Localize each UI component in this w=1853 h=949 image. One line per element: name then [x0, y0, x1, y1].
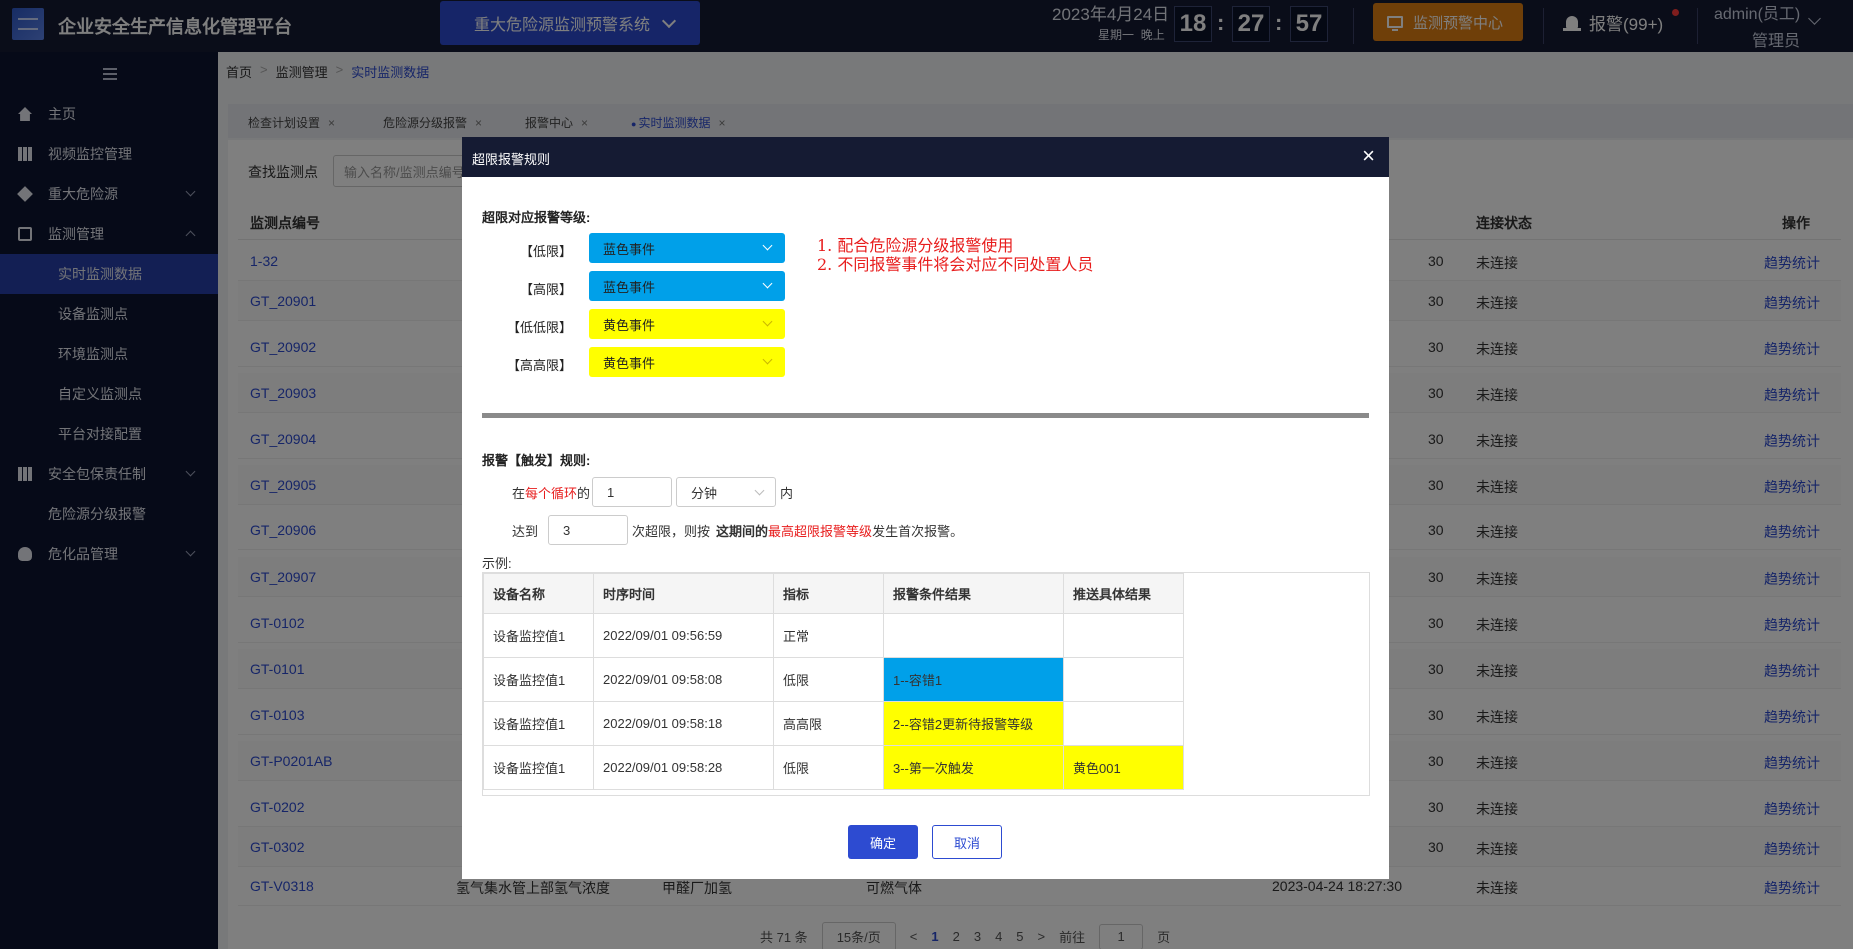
level-select-value: 蓝色事件	[603, 279, 656, 295]
rule-text: 次超限，则按	[632, 523, 711, 539]
example-table: 设备名称 时序时间 指标 报警条件结果 推送具体结果 设备监控值1 2022/0…	[483, 573, 1184, 790]
modal-title: 超限报警规则	[472, 152, 551, 167]
cell-device: 设备监控值1	[483, 701, 594, 746]
level-label-low: 【低限】	[519, 244, 572, 259]
cell-condition	[883, 613, 1064, 658]
column-header: 时序时间	[593, 573, 774, 614]
rule-text: 内	[780, 485, 794, 501]
rule-text: 发生首次报警。	[872, 523, 964, 539]
confirm-button[interactable]: 确定	[848, 825, 918, 859]
cell-push	[1063, 701, 1184, 746]
cell-condition: 1--容错1	[883, 657, 1064, 702]
count-value-input[interactable]: 3	[548, 515, 629, 545]
rule-text: 在	[512, 485, 526, 501]
note-line-2: 2. 不同报警事件将会对应不同处置人员	[817, 255, 1094, 274]
column-header: 推送具体结果	[1063, 573, 1184, 614]
cycle-unit-value: 分钟	[691, 485, 718, 501]
cancel-button[interactable]: 取消	[932, 825, 1002, 859]
rule-bold-text: 这期间的	[716, 523, 769, 539]
cell-time: 2022/09/01 09:58:18	[593, 701, 774, 746]
rule-highlight: 最高超限报警等级	[768, 523, 873, 539]
cell-push: 黄色001	[1063, 745, 1184, 790]
cell-device: 设备监控值1	[483, 745, 594, 790]
alarm-rule-modal: 超限报警规则 × 超限对应报警等级: 【低限】 蓝色事件 【高限】 蓝色事件 【…	[462, 137, 1389, 879]
cell-push	[1063, 613, 1184, 658]
cell-metric: 低限	[773, 745, 884, 790]
chevron-down-icon	[754, 485, 765, 496]
level-select-value: 蓝色事件	[603, 241, 656, 257]
cell-condition: 3--第一次触发	[883, 745, 1064, 790]
chevron-down-icon	[762, 278, 773, 289]
cell-device: 设备监控值1	[483, 657, 594, 702]
cell-metric: 低限	[773, 657, 884, 702]
chevron-down-icon	[762, 354, 773, 365]
chevron-down-icon	[762, 240, 773, 251]
column-header: 报警条件结果	[883, 573, 1064, 614]
cell-time: 2022/09/01 09:58:08	[593, 657, 774, 702]
cell-push	[1063, 657, 1184, 702]
column-header: 指标	[773, 573, 884, 614]
cell-condition: 2--容错2更新待报警等级	[883, 701, 1064, 746]
section-divider	[482, 413, 1369, 418]
level-select-value: 黄色事件	[603, 355, 656, 371]
rule-text: 的	[577, 485, 591, 501]
table-header-row: 设备名称 时序时间 指标 报警条件结果 推送具体结果	[483, 573, 1184, 614]
rule-cycle-line: 在 每个循环 的 1 分钟 内	[512, 477, 793, 507]
cell-metric: 高高限	[773, 701, 884, 746]
chevron-down-icon	[762, 316, 773, 327]
example-label: 示例:	[482, 556, 512, 571]
close-icon[interactable]: ×	[1362, 145, 1375, 167]
level-select-value: 黄色事件	[603, 317, 656, 333]
table-row: 设备监控值1 2022/09/01 09:56:59 正常	[483, 613, 1184, 658]
table-row: 设备监控值1 2022/09/01 09:58:28 低限 3--第一次触发 黄…	[483, 745, 1184, 790]
rule-text: 达到	[512, 523, 539, 539]
cell-metric: 正常	[773, 613, 884, 658]
level-label-low-low: 【低低限】	[506, 320, 572, 335]
column-header: 设备名称	[483, 573, 594, 614]
level-section-title: 超限对应报警等级:	[482, 210, 591, 225]
cell-device: 设备监控值1	[483, 613, 594, 658]
level-label-high-high: 【高高限】	[506, 358, 572, 373]
level-select-high[interactable]: 蓝色事件	[589, 271, 785, 301]
cell-time: 2022/09/01 09:58:28	[593, 745, 774, 790]
table-row: 设备监控值1 2022/09/01 09:58:08 低限 1--容错1	[483, 657, 1184, 702]
level-label-high: 【高限】	[519, 282, 572, 297]
level-select-low-low[interactable]: 黄色事件	[589, 309, 785, 339]
cycle-unit-select[interactable]: 分钟	[676, 477, 777, 507]
cycle-value-input[interactable]: 1	[592, 477, 673, 507]
modal-header: 超限报警规则 ×	[462, 137, 1389, 177]
table-row: 设备监控值1 2022/09/01 09:58:18 高高限 2--容错2更新待…	[483, 701, 1184, 746]
rule-highlight: 每个循环	[525, 485, 578, 501]
cell-time: 2022/09/01 09:56:59	[593, 613, 774, 658]
level-select-high-high[interactable]: 黄色事件	[589, 347, 785, 377]
level-select-low[interactable]: 蓝色事件	[589, 233, 785, 263]
rule-count-line: 达到 3 次超限，则按 这期间的 最高超限报警等级 发生首次报警。	[512, 515, 963, 545]
trigger-section-title: 报警【触发】规则:	[482, 453, 591, 468]
